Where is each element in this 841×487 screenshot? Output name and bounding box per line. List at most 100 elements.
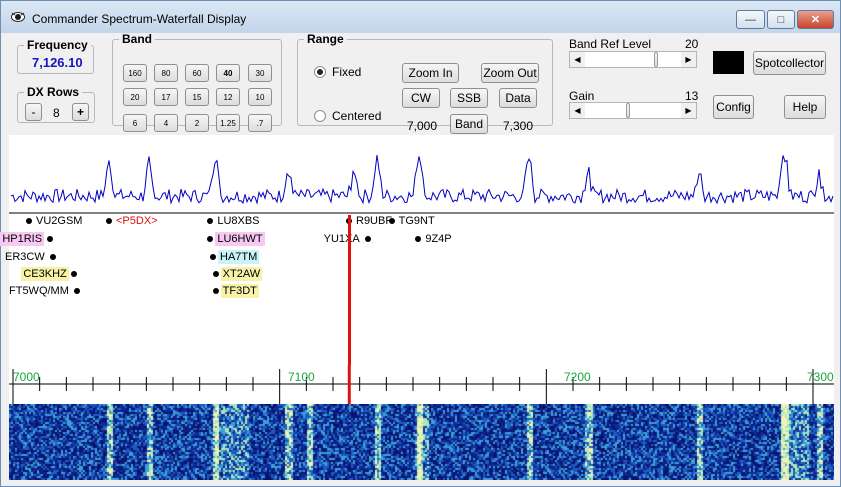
spot-dot[interactable] xyxy=(207,218,214,224)
band-ref-thumb[interactable] xyxy=(654,52,658,67)
window-title: Commander Spectrum-Waterfall Display xyxy=(32,12,247,26)
spot-dot[interactable] xyxy=(26,218,32,224)
zoom-out-button[interactable]: Zoom Out xyxy=(481,63,539,83)
minimize-icon: — xyxy=(745,13,756,26)
spectrum-panel[interactable]: VU2GSM <P5DX> LU8XBS R9UBF TG9NT HP1RIS LU6HWT… xyxy=(0,135,834,404)
dx-rows-legend: DX Rows xyxy=(27,85,80,99)
dx-rows-group: DX Rows - 8 + xyxy=(17,85,95,123)
band-button-15[interactable]: 15 xyxy=(185,88,209,106)
band-button-6[interactable]: 6 xyxy=(123,114,147,132)
spot-label[interactable]: 9Z4P xyxy=(423,232,453,246)
color-swatch[interactable] xyxy=(713,51,744,74)
fixed-label: Fixed xyxy=(332,65,362,79)
scale-ticks xyxy=(9,365,834,405)
spot-label[interactable]: <P5DX> xyxy=(114,214,160,228)
centered-label: Centered xyxy=(332,109,382,123)
gain-value: 13 xyxy=(685,89,699,103)
band-button-60[interactable]: 60 xyxy=(185,64,209,82)
band-button-1p25[interactable]: 1.25 xyxy=(216,114,240,132)
frequency-scale[interactable]: 7000 7100 7200 7300 xyxy=(9,365,834,405)
spectrum-line xyxy=(10,154,834,205)
spotcollector-button[interactable]: Spotcollector xyxy=(753,51,826,75)
commander-window: Commander Spectrum-Waterfall Display — □… xyxy=(0,0,841,487)
spot-dot[interactable] xyxy=(106,218,112,224)
band-button-30[interactable]: 30 xyxy=(248,64,272,82)
help-button[interactable]: Help xyxy=(784,95,826,119)
spot-label[interactable]: HP1RIS xyxy=(0,232,45,246)
cw-button[interactable]: CW xyxy=(402,88,440,108)
data-button[interactable]: Data xyxy=(499,88,537,108)
band-button-17[interactable]: 17 xyxy=(154,88,178,106)
spot-dot[interactable] xyxy=(71,271,78,277)
spot-dot[interactable] xyxy=(74,288,80,294)
band-button-160[interactable]: 160 xyxy=(123,64,147,82)
range-high-value: 7,300 xyxy=(503,119,534,133)
spot-label[interactable]: YU1XA xyxy=(322,232,362,246)
band-button-4[interactable]: 4 xyxy=(154,114,178,132)
maximize-button[interactable]: □ xyxy=(767,10,795,29)
spot-dot[interactable] xyxy=(210,254,216,260)
dx-rows-plus-button[interactable]: + xyxy=(72,103,89,121)
minimize-button[interactable]: — xyxy=(736,10,765,29)
band-button-40[interactable]: 40 xyxy=(216,64,240,82)
band-ref-slider[interactable]: ◀ ▶ xyxy=(569,51,697,68)
band-button-2[interactable]: 2 xyxy=(185,114,209,132)
ssb-button[interactable]: SSB xyxy=(450,88,488,108)
maximize-icon: □ xyxy=(777,13,785,26)
band-button-20[interactable]: 20 xyxy=(123,88,147,106)
zoom-in-button[interactable]: Zoom In xyxy=(402,63,459,83)
scale-label-7300: 7300 xyxy=(807,370,834,384)
spectrum-trace xyxy=(9,154,834,214)
spot-label[interactable]: FT5WQ/MM xyxy=(7,284,71,298)
spot-label[interactable]: XT2AW xyxy=(220,267,263,281)
spot-dot[interactable] xyxy=(212,288,219,294)
spot-label[interactable]: LU8XBS xyxy=(215,214,261,228)
slider-right-arrow-icon[interactable]: ▶ xyxy=(681,52,696,67)
scale-label-7000: 7000 xyxy=(13,370,40,384)
gain-label: Gain xyxy=(569,89,595,103)
spot-label[interactable]: HA7TM xyxy=(218,250,260,264)
config-button[interactable]: Config xyxy=(713,95,754,119)
band-button-12[interactable]: 12 xyxy=(216,88,240,106)
fixed-radio[interactable] xyxy=(314,66,326,78)
close-icon: ✕ xyxy=(810,14,821,26)
band-button-10[interactable]: 10 xyxy=(248,88,272,106)
waterfall-display[interactable] xyxy=(9,404,834,480)
gain-thumb[interactable] xyxy=(626,103,631,118)
spot-label[interactable]: TG9NT xyxy=(397,214,437,228)
spot-dot[interactable] xyxy=(388,218,395,224)
spot-label[interactable]: ER3CW xyxy=(3,250,47,264)
slider-left-arrow-icon[interactable]: ◀ xyxy=(570,103,585,118)
spot-dot[interactable] xyxy=(47,236,54,242)
scale-label-7100: 7100 xyxy=(288,370,315,384)
dx-rows-minus-button[interactable]: - xyxy=(25,103,42,121)
slider-right-arrow-icon[interactable]: ▶ xyxy=(681,103,696,118)
spot-dot[interactable] xyxy=(212,271,219,277)
title-bar[interactable]: Commander Spectrum-Waterfall Display — □… xyxy=(1,1,840,33)
spot-label[interactable]: TF3DT xyxy=(220,284,259,298)
range-low-value: 7,000 xyxy=(407,119,438,133)
spot-dot[interactable] xyxy=(207,236,214,242)
band-group: Band 160 80 60 40 30 20 17 15 12 10 6 4 2 1.25 .7 xyxy=(112,32,282,132)
frequency-group: Frequency 7,126.10 xyxy=(17,38,94,74)
range-legend: Range xyxy=(307,32,344,46)
spot-label[interactable]: LU6HWT xyxy=(215,232,265,246)
dx-rows-value: 8 xyxy=(53,106,60,120)
spot-dot[interactable] xyxy=(415,236,422,242)
spot-dot[interactable] xyxy=(364,236,371,242)
band-button-80[interactable]: 80 xyxy=(154,64,178,82)
range-group: Range Fixed Centered Zoom In Zoom Out CW… xyxy=(297,32,553,134)
close-button[interactable]: ✕ xyxy=(797,10,834,29)
slider-left-arrow-icon[interactable]: ◀ xyxy=(570,52,585,67)
frequency-legend: Frequency xyxy=(27,38,88,52)
band-range-button[interactable]: Band xyxy=(450,114,488,134)
spot-label[interactable]: CE3KHZ xyxy=(21,267,69,281)
frequency-value[interactable]: 7,126.10 xyxy=(32,55,83,70)
scale-label-7200: 7200 xyxy=(564,370,591,384)
gain-slider[interactable]: ◀ ▶ xyxy=(569,102,697,119)
spot-dot[interactable] xyxy=(50,254,56,260)
centered-radio[interactable] xyxy=(314,110,326,122)
band-legend: Band xyxy=(122,32,152,46)
spot-label[interactable]: VU2GSM xyxy=(34,214,84,228)
band-button-p7[interactable]: .7 xyxy=(248,114,272,132)
